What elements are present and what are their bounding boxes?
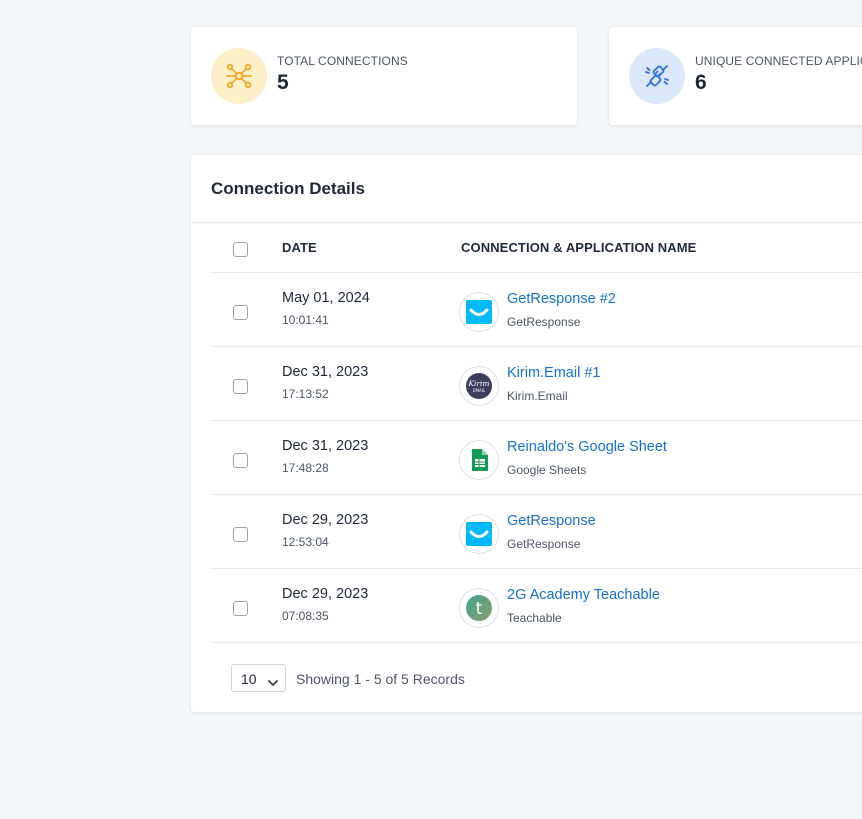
row-time: 10:01:41 bbox=[282, 313, 329, 327]
connection-name-link[interactable]: GetResponse #2 bbox=[507, 291, 616, 307]
getresponse-icon bbox=[459, 514, 499, 554]
table-row: Dec 31, 2023 17:13:52 Kirim EMAIL Kirim.… bbox=[211, 347, 862, 421]
connection-name-link[interactable]: 2G Academy Teachable bbox=[507, 587, 660, 603]
connection-name-link[interactable]: Kirim.Email #1 bbox=[507, 365, 600, 381]
row-date: May 01, 2024 bbox=[282, 290, 370, 306]
getresponse-icon bbox=[459, 292, 499, 332]
panel-title: Connection Details bbox=[211, 179, 365, 198]
divider bbox=[191, 222, 862, 223]
connection-details-panel: Connection Details DATE CONNECTION & APP… bbox=[191, 155, 862, 712]
row-date: Dec 29, 2023 bbox=[282, 586, 369, 602]
total-connections-label: TOTAL CONNECTIONS bbox=[277, 53, 408, 68]
row-date: Dec 31, 2023 bbox=[282, 364, 369, 380]
column-header-date[interactable]: DATE bbox=[282, 240, 317, 255]
row-checkbox[interactable] bbox=[233, 379, 248, 394]
row-checkbox[interactable] bbox=[233, 305, 248, 320]
application-name: Teachable bbox=[507, 611, 562, 625]
application-name: GetResponse bbox=[507, 315, 581, 329]
kirim-logo-wordmark: Kirim bbox=[467, 379, 489, 388]
page-size-select[interactable]: 10 bbox=[231, 664, 286, 692]
row-time: 17:13:52 bbox=[282, 387, 329, 401]
row-checkbox[interactable] bbox=[233, 601, 248, 616]
kirim-logo-subtext: EMAIL bbox=[473, 388, 486, 393]
google-sheets-icon bbox=[459, 440, 499, 480]
table-row: Dec 31, 2023 17:48:28 Reinaldo's Google … bbox=[211, 421, 862, 495]
table-header: DATE CONNECTION & APPLICATION NAME bbox=[211, 224, 862, 273]
column-header-connection[interactable]: CONNECTION & APPLICATION NAME bbox=[461, 240, 696, 255]
connection-name-link[interactable]: Reinaldo's Google Sheet bbox=[507, 439, 667, 455]
page-size-value: 10 bbox=[241, 671, 257, 687]
connection-name-link[interactable]: GetResponse bbox=[507, 513, 596, 529]
table-row: May 01, 2024 10:01:41 GetResponse #2 Get… bbox=[211, 273, 862, 347]
row-time: 17:48:28 bbox=[282, 461, 329, 475]
pagination-summary: Showing 1 - 5 of 5 Records bbox=[296, 671, 465, 687]
chevron-down-icon bbox=[268, 674, 278, 690]
application-name: Kirim.Email bbox=[507, 389, 568, 403]
row-time: 12:53:04 bbox=[282, 535, 329, 549]
select-all-checkbox[interactable] bbox=[233, 242, 248, 257]
teachable-logo-letter: t bbox=[476, 599, 483, 619]
total-connections-card: TOTAL CONNECTIONS 5 bbox=[191, 27, 577, 125]
row-checkbox[interactable] bbox=[233, 453, 248, 468]
row-date: Dec 31, 2023 bbox=[282, 438, 369, 454]
row-date: Dec 29, 2023 bbox=[282, 512, 369, 528]
unique-applications-card: UNIQUE CONNECTED APPLICATIONS 6 bbox=[609, 27, 862, 125]
total-connections-value: 5 bbox=[277, 70, 289, 94]
row-time: 07:08:35 bbox=[282, 609, 329, 623]
unique-applications-label: UNIQUE CONNECTED APPLICATIONS bbox=[695, 53, 862, 68]
network-icon bbox=[211, 48, 267, 104]
row-checkbox[interactable] bbox=[233, 527, 248, 542]
table-row: Dec 29, 2023 12:53:04 GetResponse GetRes… bbox=[211, 495, 862, 569]
plug-icon bbox=[629, 48, 685, 104]
kirim-email-icon: Kirim EMAIL bbox=[459, 366, 499, 406]
unique-applications-value: 6 bbox=[695, 70, 707, 94]
teachable-icon: t bbox=[459, 588, 499, 628]
application-name: GetResponse bbox=[507, 537, 581, 551]
application-name: Google Sheets bbox=[507, 463, 587, 477]
table-row: Dec 29, 2023 07:08:35 t 2G Academy Teach… bbox=[211, 569, 862, 643]
